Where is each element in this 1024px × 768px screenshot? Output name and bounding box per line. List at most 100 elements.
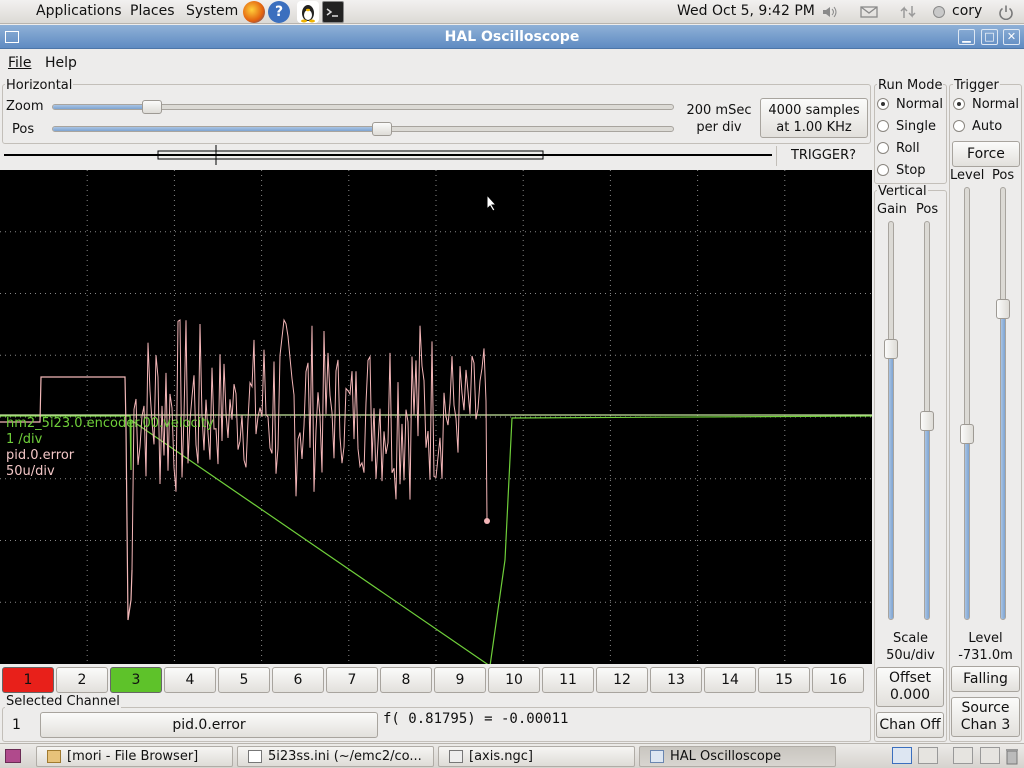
samples-button[interactable]: 4000 samples at 1.00 KHz [760, 98, 868, 138]
radio-dot[interactable] [877, 164, 889, 176]
channel-source-button[interactable]: pid.0.error [40, 712, 378, 738]
channel-button-5[interactable]: 5 [218, 667, 270, 693]
run-mode-stop[interactable]: Stop [877, 163, 926, 178]
force-button[interactable]: Force [952, 141, 1020, 167]
ch3-legend-scale: 1 /div [6, 432, 43, 447]
maximize-icon[interactable]: □ [981, 29, 998, 45]
scope-display[interactable]: hm2_5i23.0.encoder.00.velocity 1 /div pi… [0, 170, 873, 668]
channel-button-7[interactable]: 7 [326, 667, 378, 693]
channel-button-1[interactable]: 1 [2, 667, 54, 693]
channel-button-10[interactable]: 10 [488, 667, 540, 693]
run-mode-roll[interactable]: Roll [877, 141, 920, 156]
task-label: [mori - File Browser] [67, 749, 199, 764]
file-menu[interactable]: File [8, 55, 31, 71]
channel-button-14[interactable]: 14 [704, 667, 756, 693]
channel-button-12[interactable]: 12 [596, 667, 648, 693]
gain-label: Gain [877, 202, 907, 217]
zoom-slider[interactable] [52, 100, 674, 114]
close-icon[interactable]: ✕ [1003, 29, 1020, 45]
axis-icon [449, 750, 463, 763]
vertical-label: Vertical [877, 184, 928, 199]
horizontal-pos-slider-thumb[interactable] [371, 122, 392, 136]
task-ini-editor[interactable]: 5i23ss.ini (~/emc2/co... [237, 746, 434, 767]
channel-button-6[interactable]: 6 [272, 667, 324, 693]
horizontal-pos-slider[interactable] [52, 122, 674, 136]
user-search-icon[interactable] [930, 4, 948, 20]
channel-button-16[interactable]: 16 [812, 667, 864, 693]
menubar: File Help [0, 50, 1024, 76]
channel-button-8[interactable]: 8 [380, 667, 432, 693]
vertical-pos-thumb[interactable] [920, 410, 934, 431]
scope-legend: hm2_5i23.0.encoder.00.velocity 1 /div pi… [6, 416, 214, 480]
samples-line2: at 1.00 KHz [776, 120, 852, 135]
places-menu[interactable]: Places [130, 3, 175, 19]
vertical-pos-slider[interactable] [920, 221, 934, 620]
trigger-level-thumb[interactable] [960, 423, 974, 444]
ch3-legend-name: hm2_5i23.0.encoder.00.velocity [6, 416, 214, 431]
trigger-pos-slider[interactable] [996, 187, 1010, 620]
channel-button-13[interactable]: 13 [650, 667, 702, 693]
radio-dot[interactable] [877, 142, 889, 154]
channel-button-11[interactable]: 11 [542, 667, 594, 693]
power-icon[interactable] [997, 4, 1015, 21]
horizontal-pos-slider-fill [53, 127, 382, 131]
trigger-source-line1: Source [961, 700, 1010, 716]
network-icon[interactable] [899, 4, 917, 20]
trigger-level-label: Level [950, 168, 985, 183]
system-menu[interactable]: System [186, 3, 238, 19]
mail-icon[interactable] [860, 4, 878, 20]
terminal-icon[interactable] [322, 1, 344, 23]
applications-menu[interactable]: Applications [36, 3, 122, 19]
workspace-3-icon[interactable] [953, 747, 973, 764]
show-desktop-icon[interactable] [5, 749, 21, 763]
clock[interactable]: Wed Oct 5, 9:42 PM [677, 3, 815, 19]
trigger-level-slider[interactable] [960, 187, 974, 620]
ch1-legend-scale: 50u/div [6, 464, 55, 479]
task-file-browser[interactable]: [mori - File Browser] [36, 746, 233, 767]
firefox-icon[interactable] [243, 1, 265, 23]
gain-thumb[interactable] [884, 339, 898, 360]
radio-dot[interactable] [953, 98, 965, 110]
gain-slider[interactable] [884, 221, 898, 620]
minimize-icon[interactable]: ▁ [958, 29, 975, 45]
text-editor-icon [248, 750, 262, 763]
channel-button-2[interactable]: 2 [56, 667, 108, 693]
top-panel: Applications Places System ? Wed Oct 5, … [0, 0, 1024, 24]
trash-icon[interactable] [1005, 747, 1019, 765]
radio-label: Normal [972, 97, 1020, 112]
task-label: [axis.ngc] [469, 749, 533, 764]
channel-button-9[interactable]: 9 [434, 667, 486, 693]
workspace-4-icon[interactable] [980, 747, 1000, 764]
radio-dot[interactable] [953, 120, 965, 132]
chan-off-button[interactable]: Chan Off [876, 712, 944, 738]
channel-button-4[interactable]: 4 [164, 667, 216, 693]
window-titlebar[interactable]: HAL Oscilloscope ▁ □ ✕ [0, 25, 1024, 49]
offset-button[interactable]: Offset 0.000 [876, 667, 944, 707]
trigger-source-button[interactable]: Source Chan 3 [951, 697, 1020, 737]
radio-dot[interactable] [877, 98, 889, 110]
help-icon[interactable]: ? [268, 1, 290, 23]
workspace-1-icon[interactable] [892, 747, 912, 764]
scale-readout: Scale 50u/div [874, 630, 947, 664]
trigger-auto[interactable]: Auto [953, 119, 1002, 134]
task-axis[interactable]: [axis.ngc] [438, 746, 635, 767]
trigger-pos-thumb[interactable] [996, 298, 1010, 319]
edge-button[interactable]: Falling [951, 666, 1020, 692]
trigger-level-readout: Level -731.0m [950, 630, 1021, 664]
help-menu[interactable]: Help [45, 55, 77, 71]
trigger-normal[interactable]: Normal [953, 97, 1019, 112]
radio-dot[interactable] [877, 120, 889, 132]
vertical-pos-label: Pos [916, 202, 939, 217]
workspace-2-icon[interactable] [918, 747, 938, 764]
run-mode-single[interactable]: Single [877, 119, 936, 134]
channel-button-15[interactable]: 15 [758, 667, 810, 693]
volume-icon[interactable] [821, 4, 839, 20]
channel-button-3[interactable]: 3 [110, 667, 162, 693]
user-name[interactable]: cory [952, 3, 982, 19]
tux-icon[interactable] [297, 1, 319, 23]
rate-line1: 200 mSec [686, 103, 752, 118]
run-mode-normal[interactable]: Normal [877, 97, 943, 112]
task-label: 5i23ss.ini (~/emc2/co... [268, 749, 422, 764]
task-hal-oscilloscope[interactable]: HAL Oscilloscope [639, 746, 836, 767]
zoom-slider-thumb[interactable] [142, 100, 163, 114]
